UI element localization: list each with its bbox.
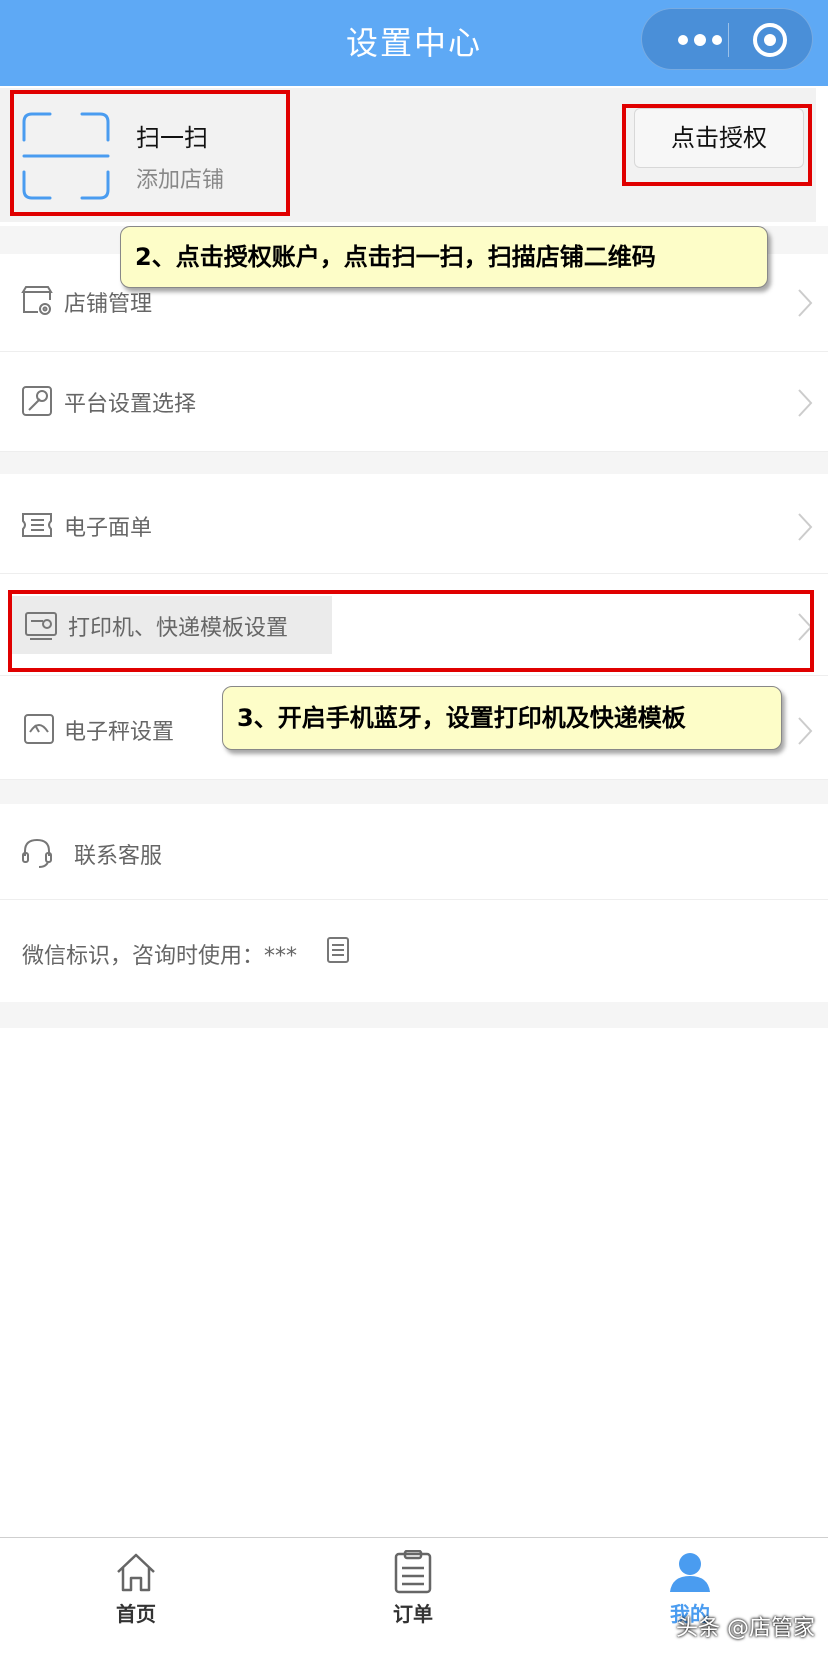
tab-label-orders: 订单 <box>393 1602 433 1626</box>
target-icon[interactable] <box>750 20 790 60</box>
waybill-icon <box>22 513 52 537</box>
chevron-right-icon <box>798 717 813 745</box>
capsule-divider <box>728 23 729 57</box>
more-dots-icon[interactable] <box>670 23 730 57</box>
copy-icon[interactable] <box>326 936 350 964</box>
platform-settings-icon <box>22 386 52 416</box>
callout-step-2: 2、点击授权账户，点击扫一扫，扫描店铺二维码 <box>120 226 768 288</box>
menu-label-platform-settings: 平台设置选择 <box>64 392 197 417</box>
menu-item-e-waybill[interactable]: 电子面单 <box>0 474 828 574</box>
wechat-id-text: 微信标识，咨询时使用：*** <box>22 944 298 969</box>
group-separator <box>0 452 828 474</box>
headset-icon <box>22 838 52 868</box>
menu-label-scale-settings: 电子秤设置 <box>64 720 175 745</box>
chevron-right-icon <box>798 389 813 417</box>
chevron-right-icon <box>798 289 813 317</box>
settings-page: 设置中心 扫一扫 添加店铺 点击授权 店铺管理 平台设置选择 电子面单 打印机、… <box>0 0 828 1656</box>
menu-label-e-waybill: 电子面单 <box>64 516 153 541</box>
tab-label-home: 首页 <box>116 1602 156 1626</box>
highlight-box-authorize <box>622 104 812 186</box>
tab-home[interactable]: 首页 <box>66 1550 206 1650</box>
mini-program-capsule[interactable] <box>641 8 813 70</box>
watermark: 头条 @店管家 <box>676 1616 815 1641</box>
menu-label-contact-service: 联系客服 <box>74 844 163 869</box>
callout-step-3: 3、开启手机蓝牙，设置打印机及快递模板 <box>222 686 782 750</box>
wechat-id-row: 微信标识，咨询时使用：*** <box>0 900 828 1002</box>
menu-item-contact-service[interactable]: 联系客服 <box>0 804 828 900</box>
highlight-box-printer <box>8 590 814 672</box>
tab-orders[interactable]: 订单 <box>343 1550 483 1650</box>
header-bar: 设置中心 <box>0 0 828 86</box>
menu-item-platform-settings[interactable]: 平台设置选择 <box>0 352 828 452</box>
menu-label-store-manage: 店铺管理 <box>64 292 153 317</box>
group-separator <box>0 780 828 804</box>
group-separator <box>0 1002 828 1028</box>
chevron-right-icon <box>798 513 813 541</box>
highlight-box-scan <box>10 90 290 216</box>
user-icon <box>670 1553 710 1592</box>
home-icon <box>117 1553 155 1592</box>
orders-icon <box>394 1550 432 1594</box>
scale-icon <box>24 714 54 744</box>
store-settings-icon <box>21 286 53 315</box>
